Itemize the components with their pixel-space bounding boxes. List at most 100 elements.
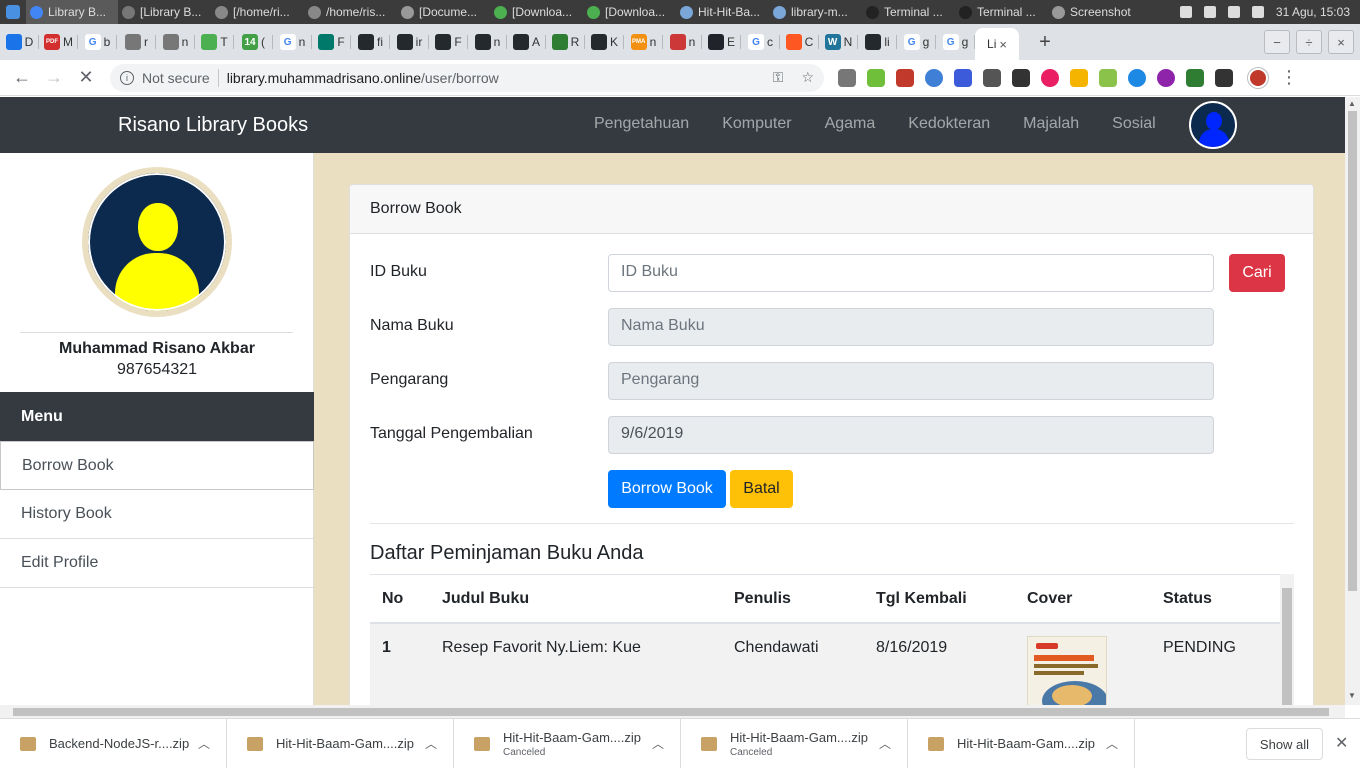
browser-tab[interactable]: PMA n <box>624 28 663 56</box>
bookmark-star-icon[interactable]: ☆ <box>801 69 814 86</box>
browser-tab[interactable]: E <box>702 28 741 56</box>
blue-extension-icon[interactable] <box>925 68 943 87</box>
download-item[interactable]: Backend-NodeJS-r....zip ︿ <box>0 718 227 768</box>
browser-tab[interactable]: n <box>156 28 195 56</box>
os-task[interactable]: [/home/ri... <box>211 0 304 24</box>
browser-tab[interactable]: r <box>117 28 156 56</box>
download-item[interactable]: Hit-Hit-Baam-Gam....zip ︿ <box>908 718 1135 768</box>
download-extension-icon[interactable] <box>867 68 885 87</box>
red-extension-icon[interactable] <box>896 68 914 87</box>
scroll-down-icon[interactable]: ▼ <box>1348 691 1356 700</box>
browser-tab[interactable]: Gg <box>897 28 936 56</box>
browser-tab[interactable]: Gc <box>741 28 780 56</box>
browser-tab[interactable]: F <box>312 28 351 56</box>
browser-tab[interactable]: Gg <box>936 28 975 56</box>
globe-extension-icon[interactable] <box>1128 68 1146 87</box>
os-task[interactable]: [Downloa... <box>490 0 583 24</box>
more-menu-icon[interactable]: ⋮ <box>1280 67 1298 88</box>
browser-tab[interactable]: K <box>585 28 624 56</box>
browser-tab[interactable]: ir <box>390 28 429 56</box>
chevron-up-icon[interactable]: ︿ <box>1106 735 1118 752</box>
battery-icon[interactable] <box>1227 6 1240 18</box>
browser-tab[interactable]: n <box>663 28 702 56</box>
browser-tab[interactable]: F <box>429 28 468 56</box>
cube-extension-icon[interactable] <box>1215 68 1233 87</box>
minimize-button[interactable]: − <box>1264 30 1290 54</box>
address-bar[interactable]: i Not secure library.muhammadrisano.onli… <box>110 63 824 92</box>
nav-link-pengetahuan[interactable]: Pengetahuan <box>594 115 689 133</box>
chevron-up-icon[interactable]: ︿ <box>425 735 437 752</box>
table-scrollbar[interactable] <box>1280 574 1294 705</box>
color-extension-icon[interactable] <box>1041 68 1059 87</box>
sidebar-item-edit-profile[interactable]: Edit Profile <box>0 539 314 588</box>
nav-link-sosial[interactable]: Sosial <box>1112 115 1156 133</box>
show-all-button[interactable]: Show all <box>1246 728 1323 760</box>
download-item[interactable]: Hit-Hit-Baam-Gam....zip ︿ <box>227 718 454 768</box>
browser-tab[interactable]: li <box>858 28 897 56</box>
cancel-button[interactable]: Batal <box>730 470 793 508</box>
active-tab[interactable]: Li × <box>975 28 1019 60</box>
close-downloads-icon[interactable]: ✕ <box>1335 733 1348 753</box>
clock[interactable]: 31 Agu, 15:03 <box>1276 5 1350 19</box>
browser-tab[interactable]: Gb <box>78 28 117 56</box>
page-vertical-scrollbar[interactable]: ▲ ▼ <box>1345 97 1360 705</box>
new-tab-button[interactable]: + <box>1031 28 1059 56</box>
chevron-up-icon[interactable]: ︿ <box>198 735 210 752</box>
forward-icon[interactable]: → <box>38 62 70 94</box>
os-task[interactable]: /home/ris... <box>304 0 397 24</box>
os-task[interactable]: [Downloa... <box>583 0 676 24</box>
info-icon[interactable]: i <box>120 70 134 85</box>
browser-tab[interactable]: D <box>0 28 39 56</box>
browser-tab[interactable]: 14( <box>234 28 273 56</box>
note-extension-icon[interactable] <box>1070 68 1088 87</box>
key-icon[interactable]: ⚿ <box>773 69 784 86</box>
scroll-up-icon[interactable]: ▲ <box>1348 99 1356 108</box>
profile-avatar-icon[interactable] <box>1248 67 1268 88</box>
os-task[interactable]: Terminal ... <box>955 0 1048 24</box>
browser-tab[interactable]: C <box>780 28 819 56</box>
os-task[interactable]: Terminal ... <box>862 0 955 24</box>
table-scrollbar-thumb[interactable] <box>1282 588 1292 705</box>
borrow-book-button[interactable]: Borrow Book <box>608 470 726 508</box>
os-task[interactable]: [Docume... <box>397 0 490 24</box>
os-task[interactable]: [Library B... <box>118 0 211 24</box>
picker-extension-icon[interactable] <box>1157 68 1175 87</box>
stop-icon[interactable]: ✕ <box>70 62 102 94</box>
browser-tab[interactable]: T <box>195 28 234 56</box>
sidebar-item-borrow-book[interactable]: Borrow Book <box>0 441 314 490</box>
wifi-icon[interactable] <box>1203 6 1216 18</box>
node-extension-icon[interactable] <box>1099 68 1117 87</box>
browser-tab[interactable]: WN <box>819 28 858 56</box>
browser-tab[interactable]: n <box>468 28 507 56</box>
chevron-up-icon[interactable]: ︿ <box>652 735 664 752</box>
sidebar-item-history-book[interactable]: History Book <box>0 490 314 539</box>
browser-tab[interactable]: A <box>507 28 546 56</box>
browser-tab[interactable]: fi <box>351 28 390 56</box>
page-horizontal-scrollbar[interactable] <box>0 705 1345 718</box>
close-tab-icon[interactable]: × <box>999 37 1007 52</box>
close-window-button[interactable]: × <box>1328 30 1354 54</box>
maximize-button[interactable]: ÷ <box>1296 30 1322 54</box>
page-scrollbar-thumb[interactable] <box>1348 111 1357 591</box>
search-button[interactable]: Cari <box>1229 254 1285 292</box>
chevron-up-icon[interactable]: ︿ <box>879 735 891 752</box>
download-item[interactable]: Hit-Hit-Baam-Gam....zip Canceled ︿ <box>454 718 681 768</box>
browser-tab[interactable]: PDF M <box>39 28 78 56</box>
download-item[interactable]: Hit-Hit-Baam-Gam....zip Canceled ︿ <box>681 718 908 768</box>
os-task[interactable]: library-m... <box>769 0 862 24</box>
id-input[interactable]: ID Buku <box>608 254 1214 292</box>
nav-link-majalah[interactable]: Majalah <box>1023 115 1079 133</box>
nav-link-komputer[interactable]: Komputer <box>722 115 791 133</box>
os-task[interactable]: Library B... <box>26 0 118 24</box>
nav-link-agama[interactable]: Agama <box>825 115 876 133</box>
volume-icon[interactable] <box>1251 6 1264 18</box>
app-menu-icon[interactable] <box>6 5 20 19</box>
back-icon[interactable]: ← <box>6 62 38 94</box>
os-task[interactable]: Hit-Hit-Ba... <box>676 0 769 24</box>
page-hscroll-thumb[interactable] <box>13 708 1329 716</box>
crosshair-extension-icon[interactable] <box>983 68 1001 87</box>
browser-tab[interactable]: R <box>546 28 585 56</box>
function-extension-icon[interactable] <box>1012 68 1030 87</box>
cors-extension-icon[interactable] <box>1186 68 1204 87</box>
browser-tab[interactable]: Gn <box>273 28 312 56</box>
